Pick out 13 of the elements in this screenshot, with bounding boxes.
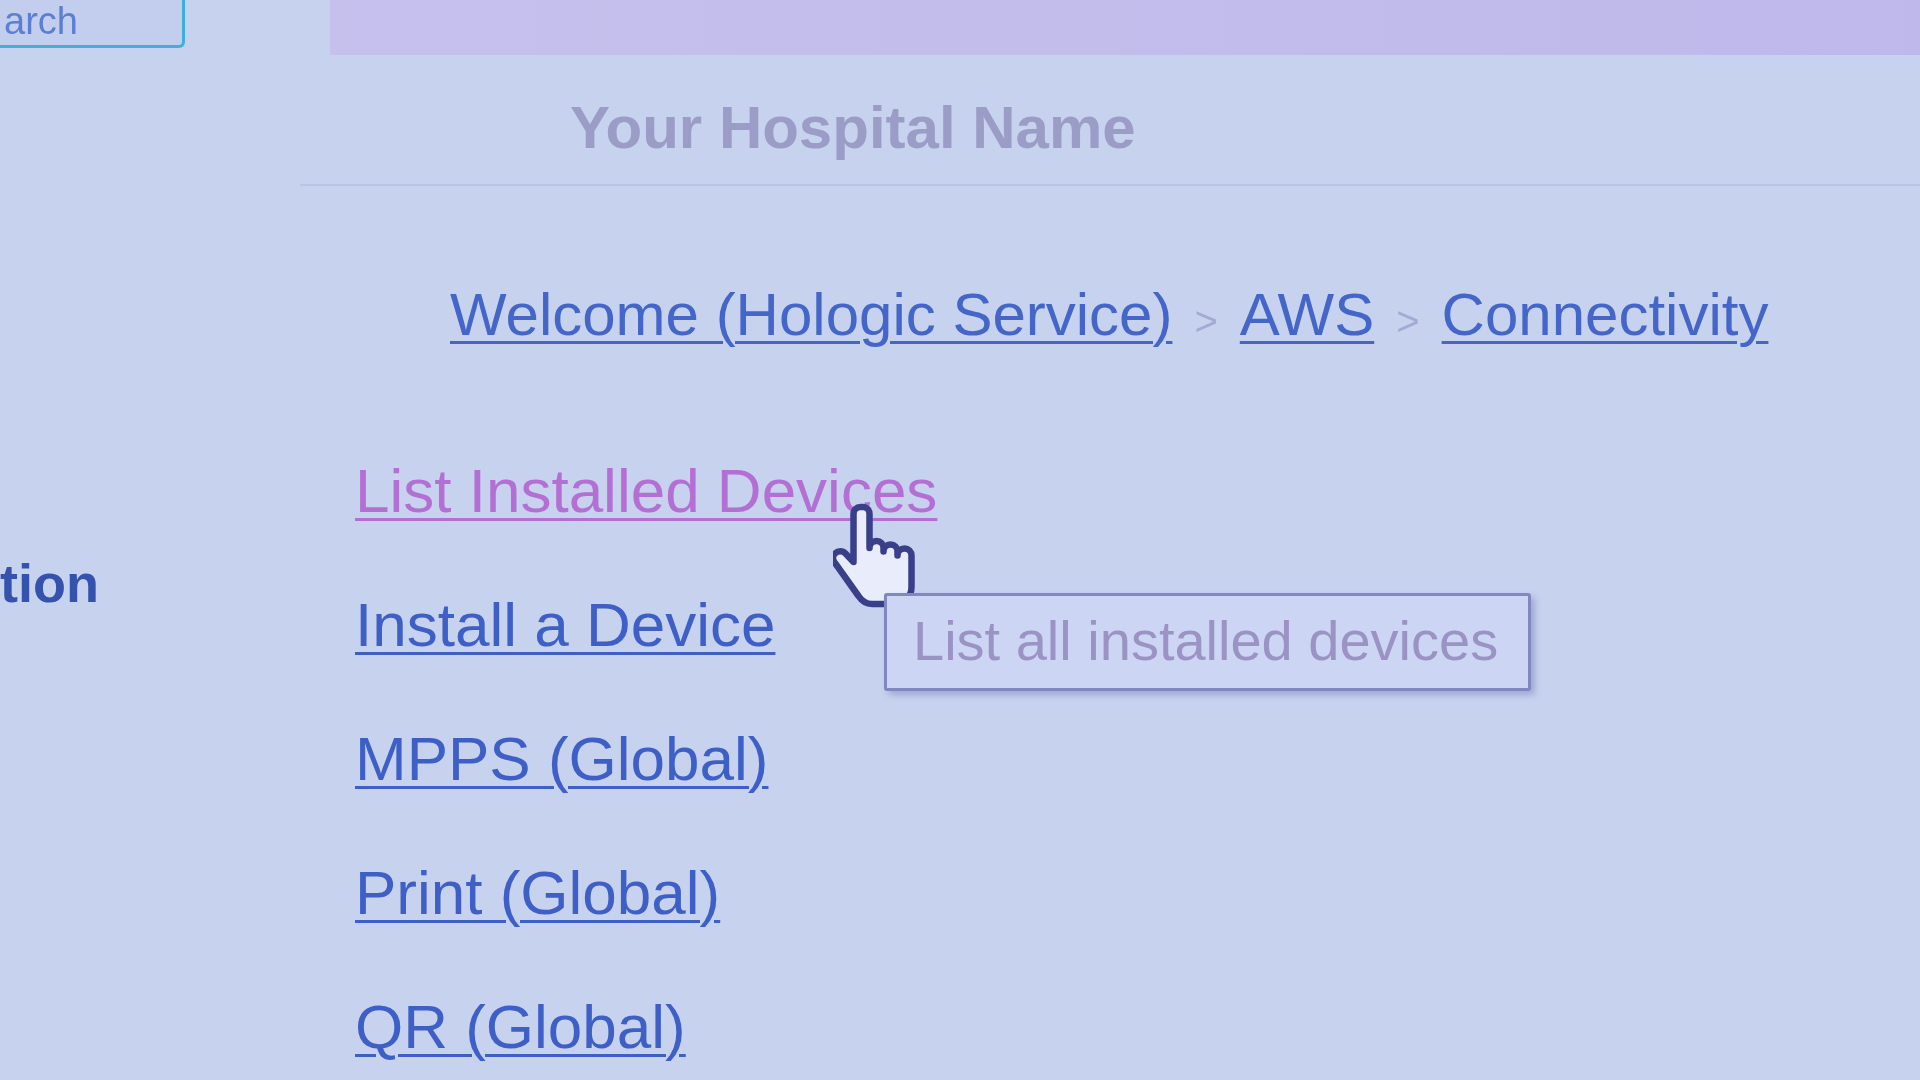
menu-link[interactable]: QR (Global) xyxy=(355,991,686,1063)
breadcrumb-separator: > xyxy=(1396,298,1420,345)
tooltip: List all installed devices xyxy=(884,593,1532,691)
menu-link[interactable]: Install a Device xyxy=(355,589,776,661)
search-button[interactable]: arch xyxy=(0,0,185,48)
breadcrumb-link[interactable]: Welcome (Hologic Service) xyxy=(450,279,1173,351)
breadcrumb-separator: > xyxy=(1194,298,1218,345)
section-heading: tion xyxy=(0,553,99,613)
breadcrumb-link[interactable]: AWS xyxy=(1239,279,1375,351)
menu-link[interactable]: List Installed Devices xyxy=(355,455,938,527)
breadcrumb-link[interactable]: Connectivity xyxy=(1441,279,1769,351)
menu-link[interactable]: Print (Global) xyxy=(355,857,721,929)
menu-link[interactable]: MPPS (Global) xyxy=(355,723,769,795)
